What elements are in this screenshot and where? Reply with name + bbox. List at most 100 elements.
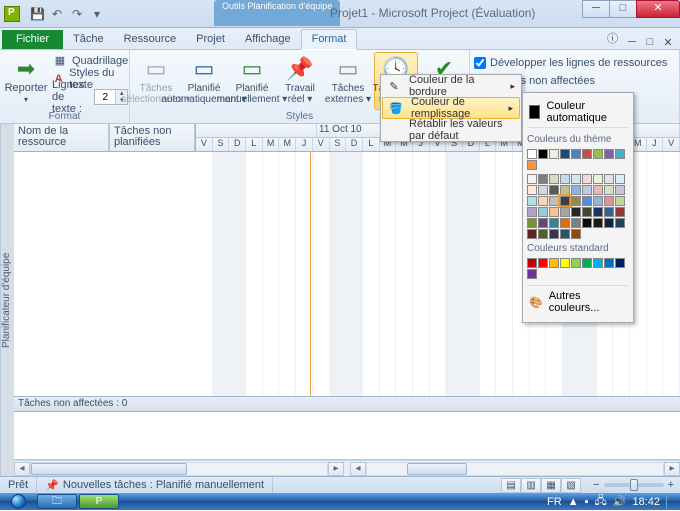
color-swatch[interactable] bbox=[615, 258, 625, 268]
more-colors[interactable]: 🎨Autres couleurs... bbox=[527, 285, 629, 318]
color-swatch[interactable] bbox=[560, 149, 570, 159]
color-swatch[interactable] bbox=[604, 218, 614, 228]
color-swatch[interactable] bbox=[560, 258, 570, 268]
color-swatch[interactable] bbox=[582, 149, 592, 159]
color-swatch[interactable] bbox=[593, 185, 603, 195]
color-swatch[interactable] bbox=[604, 185, 614, 195]
view-gantt-icon[interactable]: ▤ bbox=[501, 478, 521, 493]
mdi-close-icon[interactable]: ✕ bbox=[660, 36, 676, 49]
tab-file[interactable]: Fichier bbox=[2, 30, 63, 49]
color-swatch[interactable] bbox=[593, 174, 603, 184]
color-swatch[interactable] bbox=[571, 174, 581, 184]
menu-reset-defaults[interactable]: Rétablir les valeurs par défaut bbox=[381, 119, 521, 141]
color-automatic[interactable]: Couleur automatique bbox=[527, 97, 629, 128]
color-swatch[interactable] bbox=[582, 207, 592, 217]
task-project[interactable]: P bbox=[79, 494, 119, 509]
color-swatch[interactable] bbox=[593, 218, 603, 228]
color-swatch[interactable] bbox=[527, 196, 537, 206]
mdi-minimize-icon[interactable]: ─ bbox=[624, 36, 640, 49]
color-swatch[interactable] bbox=[527, 174, 537, 184]
color-swatch[interactable] bbox=[615, 218, 625, 228]
color-swatch[interactable] bbox=[549, 196, 559, 206]
scroll-track-left[interactable] bbox=[30, 462, 328, 476]
chk-expand-rows[interactable]: Développer les lignes de ressources bbox=[474, 54, 667, 72]
tray-lang[interactable]: FR bbox=[547, 496, 562, 508]
actual-work-button[interactable]: 📌 Travail réel ▾ bbox=[278, 52, 322, 110]
color-swatch[interactable] bbox=[527, 160, 537, 170]
color-swatch[interactable] bbox=[527, 269, 537, 279]
start-button[interactable] bbox=[0, 493, 36, 510]
reporter-button[interactable]: ➡ Reporter▾ bbox=[4, 52, 48, 110]
zoom-in-button[interactable]: + bbox=[668, 479, 674, 491]
scroll-left-button-2[interactable]: ◂ bbox=[350, 462, 366, 476]
color-swatch[interactable] bbox=[604, 149, 614, 159]
view-sheet-icon[interactable]: ▧ bbox=[561, 478, 581, 493]
color-swatch[interactable] bbox=[582, 196, 592, 206]
color-swatch[interactable] bbox=[571, 185, 581, 195]
task-explorer[interactable]: 🗀 bbox=[37, 494, 77, 509]
color-swatch[interactable] bbox=[582, 258, 592, 268]
tab-project[interactable]: Projet bbox=[186, 30, 235, 49]
color-swatch[interactable] bbox=[527, 207, 537, 217]
scroll-right-button-2[interactable]: ▸ bbox=[664, 462, 680, 476]
tray-volume-icon[interactable]: 🔊 bbox=[613, 495, 627, 508]
col-unplanned-tasks[interactable]: Tâches non planifiées bbox=[110, 124, 195, 151]
color-swatch[interactable] bbox=[571, 218, 581, 228]
external-tasks-button[interactable]: ▭ Tâches externes ▾ bbox=[326, 52, 370, 110]
color-swatch[interactable] bbox=[527, 229, 537, 239]
unassigned-header[interactable]: Tâches non affectées : 0 bbox=[14, 396, 680, 412]
color-swatch[interactable] bbox=[549, 258, 559, 268]
color-swatch[interactable] bbox=[604, 207, 614, 217]
color-swatch[interactable] bbox=[549, 218, 559, 228]
color-swatch[interactable] bbox=[604, 258, 614, 268]
zoom-slider[interactable] bbox=[604, 483, 664, 487]
color-swatch[interactable] bbox=[615, 207, 625, 217]
color-swatch[interactable] bbox=[538, 218, 548, 228]
color-swatch[interactable] bbox=[538, 207, 548, 217]
qat-save-icon[interactable]: 💾 bbox=[30, 7, 44, 21]
color-swatch[interactable] bbox=[582, 174, 592, 184]
scroll-right-button[interactable]: ▸ bbox=[328, 462, 344, 476]
menu-border-color[interactable]: ✎Couleur de la bordure▸ bbox=[381, 75, 521, 97]
manual-scheduled-button[interactable]: ▭ Planifié manuellement ▾ bbox=[230, 52, 274, 110]
color-swatch[interactable] bbox=[549, 207, 559, 217]
tab-resource[interactable]: Ressource bbox=[114, 30, 187, 49]
menu-fill-color[interactable]: 🪣Couleur de remplissage▸ bbox=[382, 97, 520, 119]
color-swatch[interactable] bbox=[560, 229, 570, 239]
color-swatch[interactable] bbox=[615, 174, 625, 184]
color-swatch[interactable] bbox=[604, 196, 614, 206]
color-swatch[interactable] bbox=[560, 174, 570, 184]
color-swatch[interactable] bbox=[604, 174, 614, 184]
close-button[interactable]: ✕ bbox=[636, 0, 680, 18]
tab-format[interactable]: Format bbox=[301, 29, 358, 50]
color-swatch[interactable] bbox=[549, 149, 559, 159]
color-swatch[interactable] bbox=[549, 185, 559, 195]
tray-network-icon[interactable]: 🖧 bbox=[595, 492, 607, 511]
color-swatch[interactable] bbox=[615, 149, 625, 159]
qat-redo-icon[interactable]: ↷ bbox=[70, 7, 84, 21]
color-swatch[interactable] bbox=[593, 258, 603, 268]
view-usage-icon[interactable]: ▥ bbox=[521, 478, 541, 493]
color-swatch[interactable] bbox=[582, 218, 592, 228]
color-swatch[interactable] bbox=[571, 207, 581, 217]
color-swatch[interactable] bbox=[538, 196, 548, 206]
color-swatch[interactable] bbox=[571, 149, 581, 159]
tray-flag-icon[interactable]: ▲ bbox=[568, 496, 579, 508]
color-swatch[interactable] bbox=[538, 174, 548, 184]
view-team-icon[interactable]: ▦ bbox=[541, 478, 561, 493]
color-swatch[interactable] bbox=[538, 229, 548, 239]
color-swatch[interactable] bbox=[549, 174, 559, 184]
tray-clock[interactable]: 18:42 bbox=[632, 496, 660, 508]
unassigned-area[interactable] bbox=[14, 412, 680, 460]
color-swatch[interactable] bbox=[527, 218, 537, 228]
color-swatch[interactable] bbox=[593, 196, 603, 206]
scroll-track-right[interactable] bbox=[366, 462, 664, 476]
show-desktop-button[interactable] bbox=[666, 493, 674, 510]
color-swatch[interactable] bbox=[538, 185, 548, 195]
color-swatch[interactable] bbox=[571, 196, 581, 206]
minimize-button[interactable]: ─ bbox=[582, 0, 610, 18]
maximize-button[interactable]: □ bbox=[609, 0, 637, 18]
color-swatch[interactable] bbox=[582, 185, 592, 195]
color-swatch[interactable] bbox=[571, 229, 581, 239]
mdi-restore-icon[interactable]: □ bbox=[642, 36, 658, 49]
